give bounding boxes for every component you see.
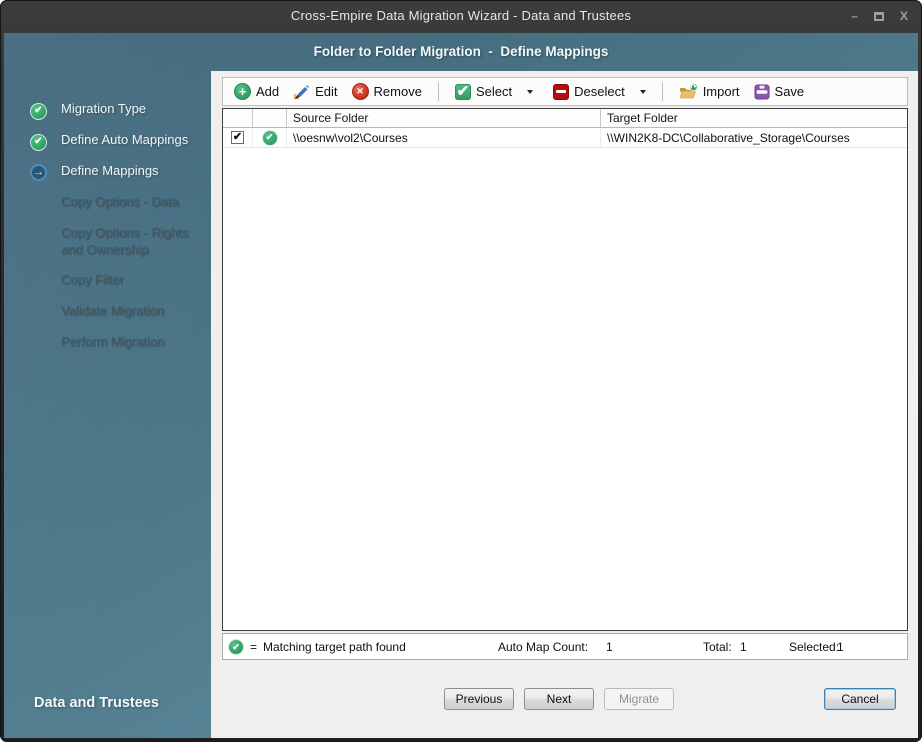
select-dropdown-arrow-icon[interactable] xyxy=(527,89,534,94)
status-column-header xyxy=(253,109,287,127)
window-controls: – X xyxy=(851,9,908,23)
deselect-minus-icon xyxy=(553,83,570,100)
deselect-label: Deselect xyxy=(574,84,625,99)
step-label: Perform Migration xyxy=(61,334,165,349)
sidebar-step-migration-type: ✔ Migration Type xyxy=(30,100,211,120)
mappings-table[interactable]: Source Folder Target Folder ✔ ✔ \\oesnw\… xyxy=(222,108,908,631)
table-header-row: Source Folder Target Folder xyxy=(223,109,907,128)
selected-value: 1 xyxy=(837,640,844,654)
wizard-window: Cross-Empire Data Migration Wizard - Dat… xyxy=(0,0,922,742)
wizard-mode-label: Data and Trustees xyxy=(34,695,159,711)
add-button[interactable]: + Add xyxy=(227,81,286,102)
step-label: Copy Options - Data xyxy=(61,194,179,209)
import-button[interactable]: Import xyxy=(672,81,747,102)
window-title: Cross-Empire Data Migration Wizard - Dat… xyxy=(290,8,632,23)
auto-map-count-value: 1 xyxy=(606,640,613,654)
maximize-button[interactable] xyxy=(873,11,884,21)
select-dropdown-button[interactable]: ✔ Select xyxy=(448,82,540,102)
status-bar: ✔ = Matching target path found Auto Map … xyxy=(222,633,908,660)
deselect-dropdown-arrow-icon[interactable] xyxy=(639,89,646,94)
edit-pencil-icon xyxy=(293,83,310,100)
page-header: Folder to Folder Migration - Define Mapp… xyxy=(4,33,918,71)
mappings-toolbar: + Add Edit ✕ Remove ✔ Select Deselect Im… xyxy=(222,77,908,106)
remove-button[interactable]: ✕ Remove xyxy=(345,81,429,102)
page-title: Folder to Folder Migration - Define Mapp… xyxy=(313,44,609,59)
sidebar-step-perform-migration: Perform Migration xyxy=(30,333,211,351)
title-bar[interactable]: Cross-Empire Data Migration Wizard - Dat… xyxy=(0,0,922,33)
import-folder-icon xyxy=(679,83,698,100)
step-label: Migration Type xyxy=(61,101,147,116)
sidebar-step-copy-options-rights: Copy Options - Rights and Ownership xyxy=(30,224,211,258)
matching-target-icon: ✔ xyxy=(261,129,278,146)
step-complete-icon: ✔ xyxy=(30,102,47,120)
row-checkbox[interactable]: ✔ xyxy=(231,131,244,144)
save-label: Save xyxy=(774,84,805,99)
deselect-dropdown-button[interactable]: Deselect xyxy=(546,82,653,102)
target-folder-path: \\WIN2K8-DC\Collaborative_Storage\Course… xyxy=(607,130,850,145)
edit-button[interactable]: Edit xyxy=(286,81,344,102)
cancel-button[interactable]: Cancel xyxy=(824,688,896,710)
total-value: 1 xyxy=(740,640,747,654)
toolbar-separator xyxy=(437,82,439,101)
wizard-steps-sidebar: ✔ Migration Type ✔ Define Auto Mappings … xyxy=(4,71,211,738)
content-area: Folder to Folder Migration - Define Mapp… xyxy=(4,33,918,738)
auto-map-count-label: Auto Map Count: xyxy=(498,640,589,654)
step-complete-icon: ✔ xyxy=(30,133,47,151)
step-label: Define Auto Mappings xyxy=(61,132,189,147)
step-label: Define Mappings xyxy=(61,163,159,178)
sidebar-step-validate-migration: Validate Migration xyxy=(30,302,211,320)
minimize-button[interactable]: – xyxy=(851,9,858,23)
step-label: Validate Migration xyxy=(61,303,165,318)
next-button[interactable]: Next xyxy=(524,688,594,710)
close-button[interactable]: X xyxy=(900,9,908,23)
select-check-icon: ✔ xyxy=(454,82,471,100)
steps-list: ✔ Migration Type ✔ Define Auto Mappings … xyxy=(4,71,211,351)
save-button[interactable]: Save xyxy=(747,82,812,102)
sidebar-step-copy-filter: Copy Filter xyxy=(30,271,211,289)
save-floppy-icon xyxy=(754,84,770,100)
add-icon: + xyxy=(234,83,251,100)
sidebar-step-define-auto-mappings: ✔ Define Auto Mappings xyxy=(30,131,211,151)
select-label: Select xyxy=(475,84,513,99)
total-label: Total: xyxy=(703,640,732,654)
legend-equals: = xyxy=(250,640,258,654)
add-label: Add xyxy=(256,84,280,99)
legend-check-icon: ✔ xyxy=(228,639,244,655)
checkbox-column-header xyxy=(223,109,253,127)
import-label: Import xyxy=(702,84,740,99)
previous-button[interactable]: Previous xyxy=(444,688,514,710)
sidebar-step-define-mappings: → Define Mappings xyxy=(30,162,211,181)
step-label: Copy Options - Rights and Ownership xyxy=(61,225,189,257)
legend-text: Matching target path found xyxy=(263,640,406,654)
toolbar-separator xyxy=(661,82,663,101)
source-folder-path: \\oesnw\vol2\Courses xyxy=(293,130,408,145)
step-current-icon: → xyxy=(30,164,47,181)
sidebar-step-copy-options-data: Copy Options - Data xyxy=(30,193,211,211)
target-folder-column-header[interactable]: Target Folder xyxy=(601,109,907,127)
main-panel: + Add Edit ✕ Remove ✔ Select Deselect Im… xyxy=(211,71,918,738)
selected-label: Selected: xyxy=(789,640,840,654)
remove-label: Remove xyxy=(373,84,422,99)
source-folder-column-header[interactable]: Source Folder xyxy=(287,109,601,127)
edit-label: Edit xyxy=(315,84,338,99)
remove-icon: ✕ xyxy=(351,83,369,100)
step-label: Copy Filter xyxy=(61,272,124,287)
migrate-button: Migrate xyxy=(604,688,674,710)
table-row[interactable]: ✔ ✔ \\oesnw\vol2\Courses \\WIN2K8-DC\Col… xyxy=(223,128,907,148)
